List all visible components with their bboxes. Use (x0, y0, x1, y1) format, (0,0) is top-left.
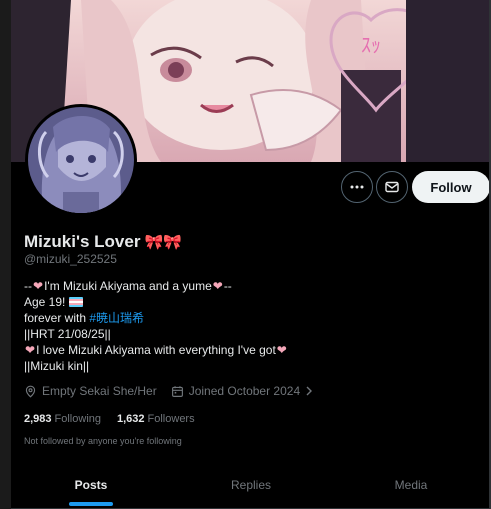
display-name-row: Mizuki's Lover 🎀🎀 (24, 232, 182, 252)
tab-posts[interactable]: Posts (11, 462, 171, 508)
tab-label: Media (394, 478, 428, 492)
calendar-icon (171, 385, 183, 397)
tab-media[interactable]: Media (331, 462, 491, 508)
bio-line: ||Mizuki kin|| (24, 358, 288, 374)
followers-link[interactable]: 1,632 Followers (117, 413, 195, 425)
bio-text: Age 19! (24, 295, 66, 309)
bio-line: ||HRT 21/08/25|| (24, 326, 288, 342)
bio-line: -- ❤ I'm Mizuki Akiyama and a yume ❤ -- (24, 278, 288, 294)
display-name: Mizuki's Lover (24, 232, 141, 251)
profile-avatar[interactable] (25, 104, 137, 216)
ribbon-emoji: 🎀🎀 (144, 234, 182, 251)
heart-icon: ❤ (33, 279, 44, 293)
mail-icon (385, 181, 399, 193)
followers-label: Followers (147, 413, 195, 425)
follow-button[interactable]: Follow (412, 171, 490, 203)
location-pin-icon (25, 385, 36, 398)
location-text: Empty Sekai She/Her (42, 384, 157, 398)
left-window-edge (0, 0, 11, 509)
tab-label: Posts (74, 478, 108, 492)
message-button[interactable] (376, 171, 408, 203)
bio-text: forever with (24, 311, 87, 325)
location: Empty Sekai She/Her (24, 384, 157, 398)
tab-label: Replies (230, 478, 272, 492)
following-count: 2,983 (24, 413, 52, 425)
bio-text: ||HRT 21/08/25|| (24, 327, 111, 341)
bio-line: forever with #暁山瑞希 (24, 310, 288, 326)
profile-meta: Empty Sekai She/Her Joined October 2024 (24, 384, 327, 398)
followers-count: 1,632 (117, 413, 145, 425)
following-link[interactable]: 2,983 Following (24, 413, 101, 425)
heart-icon: ❤ (212, 279, 223, 293)
more-options-button[interactable] (341, 171, 373, 203)
follow-counts: 2,983 Following 1,632 Followers (24, 413, 211, 425)
bio-line: Age 19! (24, 294, 288, 310)
tab-replies[interactable]: Replies (171, 462, 331, 508)
bio-text: I'm Mizuki Akiyama and a yume (44, 279, 212, 293)
joined-date[interactable]: Joined October 2024 (171, 384, 313, 398)
bio-line: ❤ I love Mizuki Akiyama with everything … (24, 342, 288, 358)
svg-text:ｽｯ: ｽｯ (361, 33, 381, 57)
ellipsis-icon (350, 185, 364, 189)
heart-icon: ❤ (25, 343, 36, 357)
profile-page: ｽｯ Follow Mizuki's Lover 🎀🎀 @mizuki_2525… (11, 0, 491, 509)
bio-text: -- (223, 279, 232, 293)
joined-text: Joined October 2024 (188, 384, 301, 398)
trans-flag-icon (69, 297, 84, 307)
profile-bio: -- ❤ I'm Mizuki Akiyama and a yume ❤ -- … (24, 278, 288, 374)
followed-by-info: Not followed by anyone you're following (24, 436, 182, 446)
profile-tabs: Posts Replies Media (11, 462, 491, 509)
bio-text: I love Mizuki Akiyama with everything I'… (36, 343, 276, 357)
user-handle: @mizuki_252525 (24, 252, 117, 266)
bio-text: ||Mizuki kin|| (24, 359, 90, 373)
heart-icon: ❤ (276, 343, 287, 357)
active-tab-indicator (69, 502, 113, 506)
following-label: Following (54, 413, 101, 425)
chevron-right-icon (306, 386, 313, 396)
hashtag-link[interactable]: #暁山瑞希 (89, 310, 144, 326)
bio-text: -- (24, 279, 32, 293)
